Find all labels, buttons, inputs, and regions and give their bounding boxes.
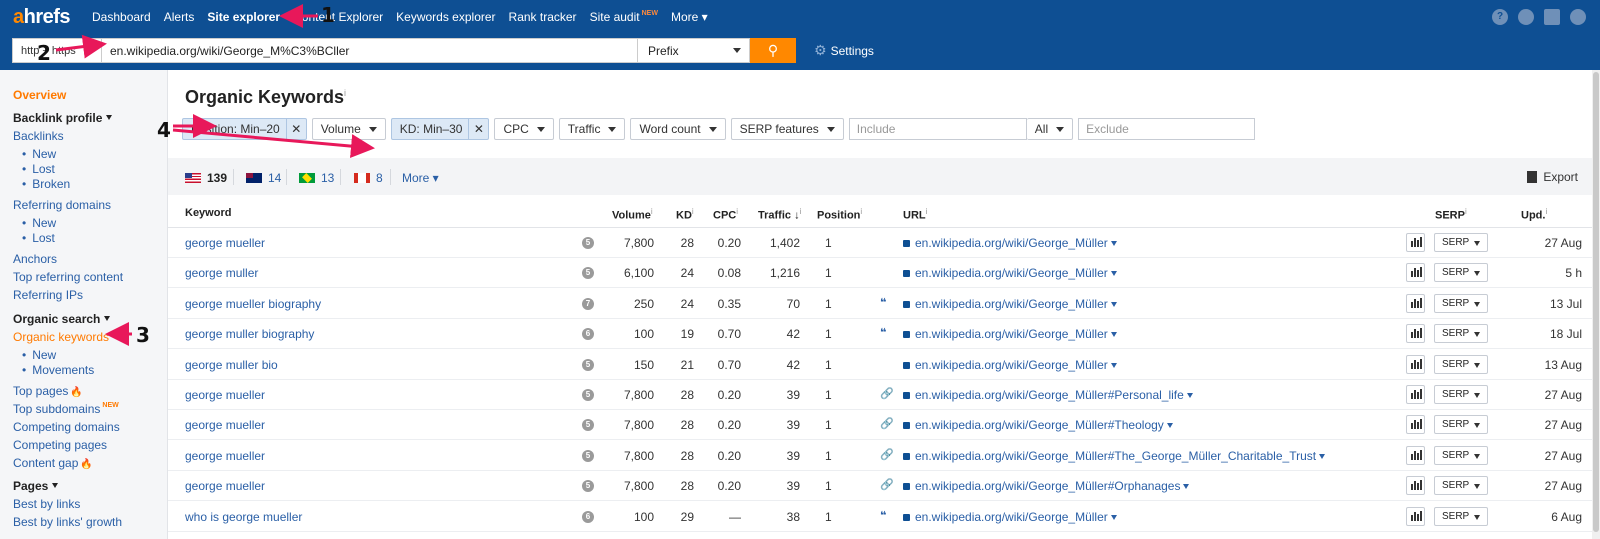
annotation-number-4: 4 (157, 118, 171, 142)
annotation-number-1: 1 (321, 3, 335, 27)
annotation-number-3: 3 (136, 323, 150, 347)
annotation-arrow-4b (172, 128, 375, 159)
scrollbar[interactable] (1592, 70, 1600, 539)
annotation-layer (55, 4, 375, 346)
scrollbar-thumb[interactable] (1593, 72, 1599, 532)
annotation-arrow-2 (55, 34, 107, 59)
annotation-number-2: 2 (37, 41, 51, 65)
